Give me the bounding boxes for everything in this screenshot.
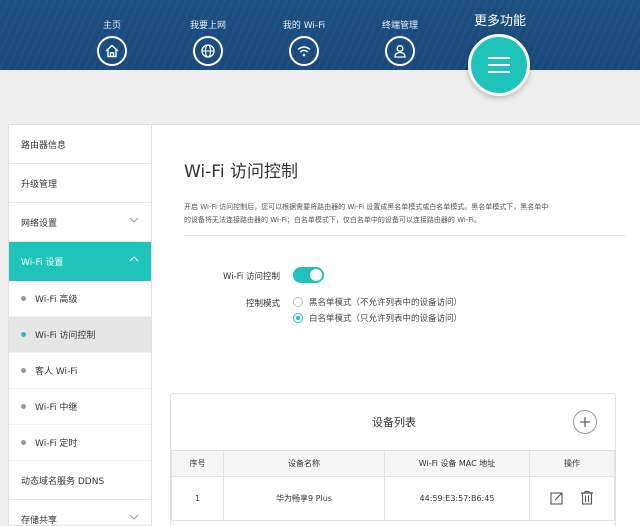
page-description: 开启 Wi-Fi 访问控制后，您可以根据需要将路由器的 Wi-Fi 设置成黑名单… [184, 201, 604, 227]
sidebar-subitem-wifi-repeater[interactable]: Wi-Fi 中继 [9, 389, 151, 425]
table-row: 1 华为畅享9 Plus 44:59:E3:57:B6:45 [171, 476, 615, 521]
row-device-name: 华为畅享9 Plus [223, 476, 385, 521]
column-header: 设备名称 [223, 450, 385, 477]
device-table: 序号 设备名称 Wi-Fi 设备 MAC 地址 操作 1 华为畅享9 Plus … [171, 450, 615, 521]
sidebar-item-network-settings[interactable]: 网络设置 [9, 203, 151, 242]
sidebar-subitem-label: 客人 Wi-Fi [35, 367, 78, 377]
toggle-knob [310, 269, 322, 281]
menu-icon[interactable] [468, 34, 530, 96]
delete-icon[interactable] [580, 490, 594, 507]
sidebar: 路由器信息 升级管理 网络设置 Wi-Fi 设置 Wi-Fi 高级 Wi-Fi … [8, 124, 152, 526]
nav-my-wifi[interactable]: 我的 Wi-Fi [264, 20, 344, 66]
sidebar-item-storage-share[interactable]: 存储共享 [9, 500, 151, 526]
chevron-up-icon [129, 256, 139, 262]
device-list-title: 设备列表 [372, 416, 416, 429]
more-features-label: 更多功能 [473, 14, 526, 29]
sidebar-subitem-label: Wi-Fi 定时 [35, 439, 78, 449]
page-title: Wi-Fi 访问控制 [184, 162, 298, 182]
blacklist-mode-option[interactable]: 黑名单模式（不允许列表中的设备访问） [293, 296, 462, 308]
bullet-icon [21, 296, 26, 301]
description-line: 的设备将无法连接路由器的 Wi-Fi；白名单模式下，仅白名单中的设备可以连接路由… [184, 216, 481, 224]
sidebar-subitem-label: Wi-Fi 高级 [35, 295, 78, 305]
add-device-button[interactable] [573, 410, 597, 434]
plus-icon [580, 417, 590, 427]
sidebar-item-upgrade[interactable]: 升级管理 [9, 164, 151, 203]
sidebar-item-wifi-settings[interactable]: Wi-Fi 设置 [9, 242, 151, 281]
whitelist-mode-label: 白名单模式（只允许列表中的设备访问） [309, 314, 463, 324]
bullet-icon [21, 404, 26, 409]
user-icon[interactable] [385, 36, 415, 66]
whitelist-radio[interactable] [293, 313, 303, 323]
blacklist-radio[interactable] [293, 297, 303, 307]
nav-my-wifi-label: 我的 Wi-Fi [282, 21, 326, 31]
top-header: 主页 我要上网 我的 Wi-Fi 终端管理 更多功能 [0, 0, 640, 70]
row-actions [529, 476, 615, 521]
column-header: 序号 [171, 450, 224, 477]
sidebar-item-label: 升级管理 [21, 179, 58, 190]
sidebar-subitem-wifi-schedule[interactable]: Wi-Fi 定时 [9, 425, 151, 461]
bullet-icon [21, 440, 26, 445]
nav-home[interactable]: 主页 [72, 20, 152, 66]
column-header: Wi-Fi 设备 MAC 地址 [384, 450, 530, 477]
sidebar-item-ddns[interactable]: 动态域名服务 DDNS [9, 461, 151, 500]
column-header: 操作 [529, 450, 615, 477]
sidebar-item-label: 动态域名服务 DDNS [21, 476, 105, 487]
chevron-down-icon [129, 514, 139, 520]
access-control-label: Wi-Fi 访问控制 [223, 272, 280, 282]
device-list-panel: 设备列表 序号 设备名称 Wi-Fi 设备 MAC 地址 操作 1 华为畅享9 … [170, 393, 616, 526]
sidebar-item-router-info[interactable]: 路由器信息 [9, 125, 151, 164]
nav-internet[interactable]: 我要上网 [168, 20, 248, 66]
edit-icon[interactable] [550, 491, 564, 507]
access-control-toggle[interactable] [293, 267, 324, 283]
nav-device-mgmt-label: 终端管理 [381, 21, 418, 31]
nav-internet-label: 我要上网 [189, 21, 226, 31]
control-mode-label: 控制模式 [245, 299, 280, 309]
wifi-icon[interactable] [289, 36, 319, 66]
sidebar-item-label: 网络设置 [21, 218, 58, 229]
description-line: 开启 Wi-Fi 访问控制后，您可以根据需要将路由器的 Wi-Fi 设置成黑名单… [184, 203, 549, 211]
sidebar-subitem-label: Wi-Fi 访问控制 [35, 331, 96, 341]
nav-home-label: 主页 [102, 21, 121, 31]
sidebar-subitem-guest-wifi[interactable]: 客人 Wi-Fi [9, 353, 151, 389]
home-icon[interactable] [97, 36, 127, 66]
nav-device-mgmt[interactable]: 终端管理 [360, 20, 440, 66]
chevron-down-icon [129, 217, 139, 223]
blacklist-mode-label: 黑名单模式（不允许列表中的设备访问） [309, 298, 463, 308]
sidebar-subitem-wifi-access-control[interactable]: Wi-Fi 访问控制 [9, 317, 151, 353]
table-header-row: 序号 设备名称 Wi-Fi 设备 MAC 地址 操作 [171, 450, 615, 477]
globe-icon[interactable] [193, 36, 223, 66]
divider [184, 235, 626, 236]
row-mac-address: 44:59:E3:57:B6:45 [384, 476, 530, 521]
sidebar-subitem-label: Wi-Fi 中继 [35, 403, 78, 413]
sidebar-item-label: 存储共享 [21, 515, 58, 526]
sidebar-subitem-wifi-advanced[interactable]: Wi-Fi 高级 [9, 281, 151, 317]
main-panel: Wi-Fi 访问控制 开启 Wi-Fi 访问控制后，您可以根据需要将路由器的 W… [152, 124, 640, 526]
row-index: 1 [171, 476, 224, 521]
sidebar-item-label: Wi-Fi 设置 [21, 257, 64, 268]
bullet-icon [21, 332, 26, 337]
bullet-icon [21, 368, 26, 373]
sidebar-item-label: 路由器信息 [21, 140, 67, 151]
whitelist-mode-option[interactable]: 白名单模式（只允许列表中的设备访问） [293, 312, 462, 324]
